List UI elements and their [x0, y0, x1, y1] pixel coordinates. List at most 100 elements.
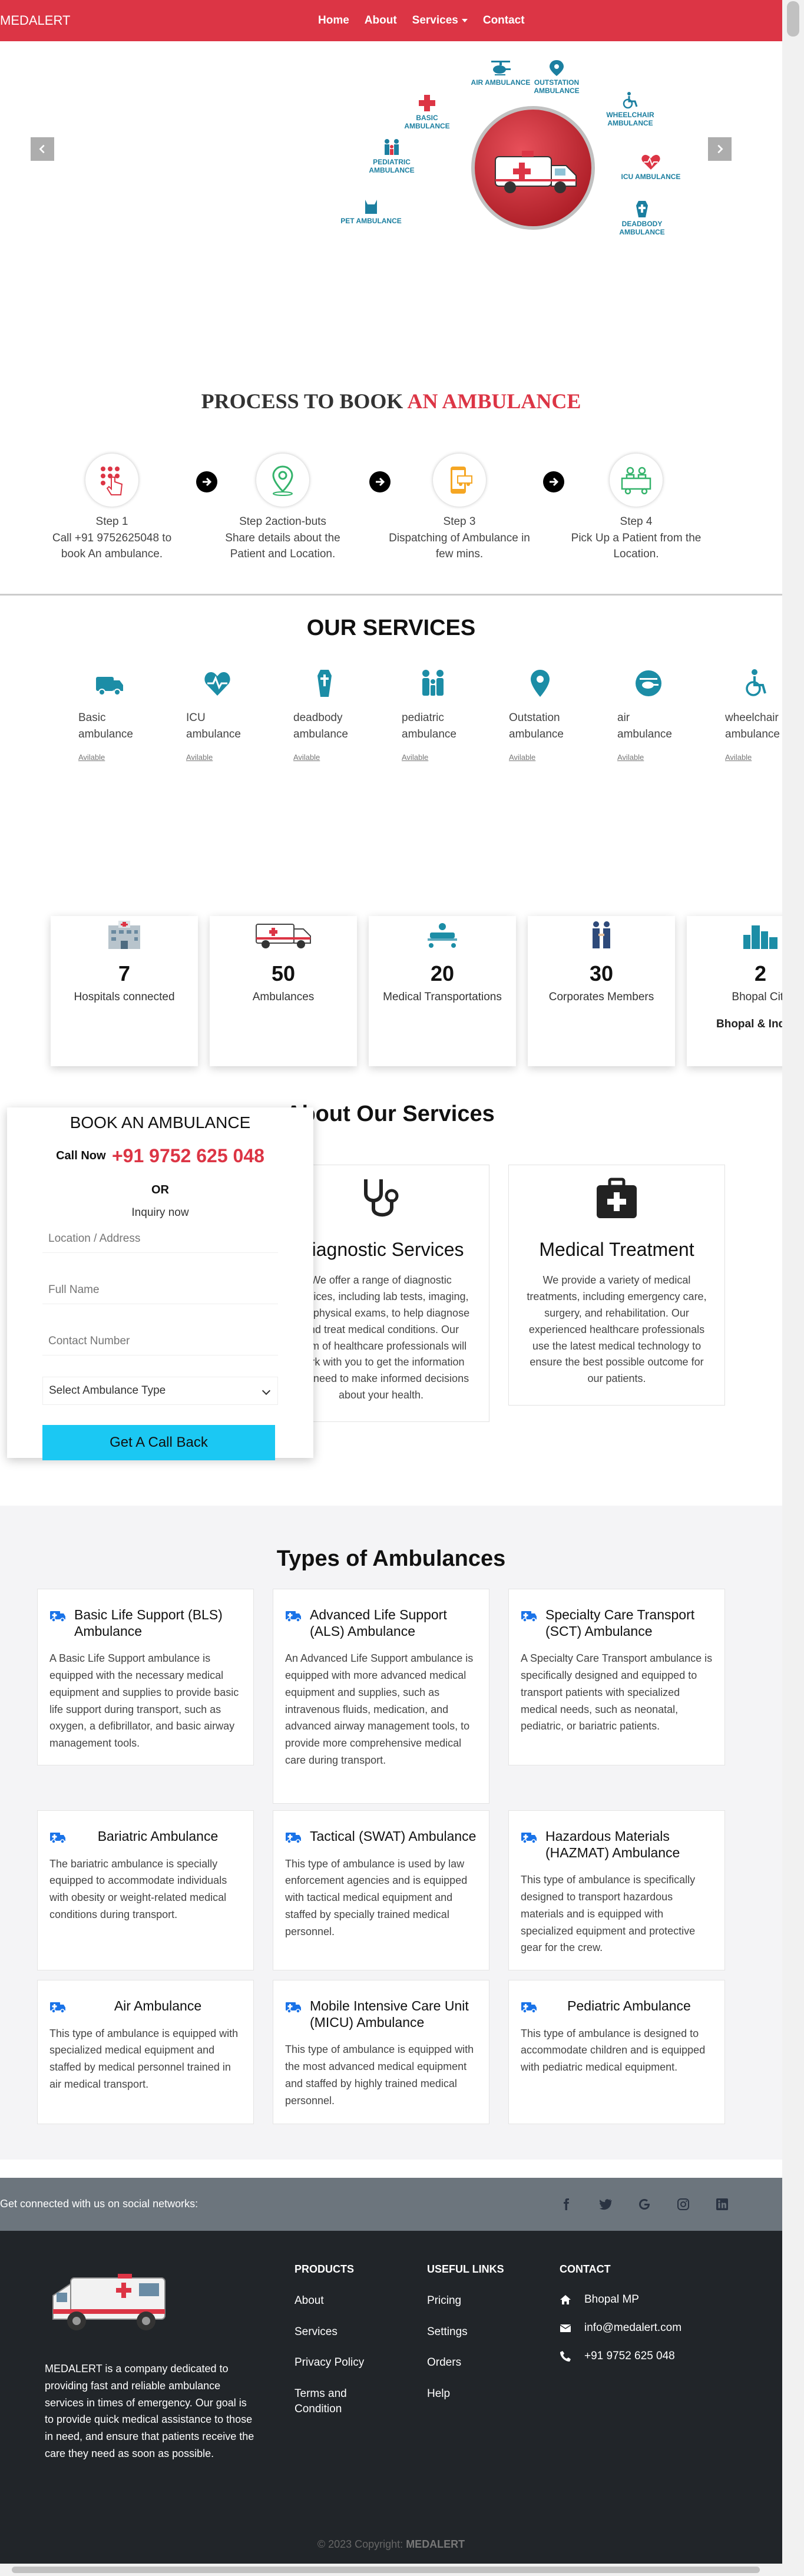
navbar: MEDALERT Home About Services Contact	[0, 0, 782, 41]
service-air-available-link[interactable]: Avilable	[617, 752, 700, 763]
amb-card-sct: Specialty Care Transport (SCT) Ambulance…	[508, 1589, 725, 1765]
footer-link-terms[interactable]: Terms and Condition	[295, 2386, 359, 2418]
facebook-icon[interactable]	[560, 2197, 574, 2211]
stat-card-hospitals: 7 Hospitals connected	[51, 916, 198, 1066]
hero-item-pet: PET AMBULANCE	[339, 197, 403, 226]
step-arrow-3	[543, 471, 564, 492]
copyright-brand[interactable]: MEDALERT	[406, 2538, 465, 2550]
footer-email[interactable]: info@medalert.com	[560, 2322, 713, 2334]
step-arrow-2	[369, 471, 391, 492]
footer-link-services[interactable]: Services	[295, 2324, 395, 2340]
service-pediatric-line2: ambulance	[402, 728, 456, 740]
family-icon	[422, 670, 444, 696]
step-3: Step 3 Dispatching of Ambulance in few m…	[389, 454, 530, 563]
footer-contact: CONTACT Bhopal MP info@medalert.com +91 …	[560, 2263, 713, 2378]
service-air: air ambulance Avilable	[617, 669, 700, 763]
footer-address: Bhopal MP	[560, 2293, 713, 2306]
horizontal-scrollbar-thumb[interactable]	[12, 2567, 760, 2573]
footer-phone[interactable]: +91 9752 625 048	[560, 2350, 713, 2363]
amb-micu-name: Mobile Intensive Care Unit (MICU) Ambula…	[310, 1998, 469, 2030]
hero-item-wheelchair: WHEELCHAIR AMBULANCE	[598, 91, 663, 128]
get-call-back-button[interactable]: Get A Call Back	[42, 1425, 275, 1460]
footer-link-settings[interactable]: Settings	[427, 2324, 515, 2340]
amb-card-bls: Basic Life Support (BLS) Ambulance A Bas…	[37, 1589, 254, 1765]
service-icu-line1: ICU	[186, 711, 206, 724]
services-title: OUR SERVICES	[306, 616, 476, 640]
horizontal-scrollbar[interactable]	[0, 2564, 782, 2576]
nav-about[interactable]: About	[365, 14, 397, 27]
service-deadbody: deadbody ambulance Avilable	[293, 669, 376, 763]
brand-logo[interactable]: MEDALERT	[0, 13, 70, 28]
amb-air-name: Air Ambulance	[114, 1998, 202, 2013]
footer-products: PRODUCTS About Services Privacy Policy T…	[295, 2263, 395, 2433]
location-input[interactable]	[42, 1225, 278, 1253]
amb-micu-desc: This type of ambulance is equipped with …	[285, 2043, 474, 2107]
nav-services-label: Services	[412, 14, 458, 27]
amb-swat-desc: This type of ambulance is used by law en…	[285, 1857, 468, 1937]
wheelchair-icon	[623, 92, 638, 109]
footer-link-help[interactable]: Help	[427, 2386, 515, 2402]
amb-als-desc: An Advanced Life Support ambulance is eq…	[285, 1652, 474, 1766]
ambulance-icon	[50, 1833, 65, 1844]
copyright: © 2023 Copyright: MEDALERT	[0, 2538, 782, 2551]
handshake-icon	[593, 921, 610, 948]
contact-number-input[interactable]	[42, 1328, 278, 1355]
amb-bls-desc: A Basic Life Support ambulance is equipp…	[49, 1652, 239, 1750]
twitter-icon[interactable]	[598, 2197, 613, 2211]
coffin-icon	[636, 201, 648, 217]
vertical-scrollbar[interactable]	[782, 0, 804, 2576]
footer-link-about[interactable]: About	[295, 2293, 395, 2309]
linkedin-icon[interactable]	[715, 2197, 729, 2211]
service-air-line2: ambulance	[617, 728, 672, 740]
amb-bariatric-name: Bariatric Ambulance	[97, 1828, 219, 1844]
hero-label-pediatric: PEDIATRIC AMBULANCE	[369, 158, 415, 174]
about-title: About Our Services	[286, 1102, 495, 1126]
hero-label-pet: PET AMBULANCE	[340, 217, 402, 225]
stat-hospitals-number: 7	[118, 961, 131, 986]
amb-sct-desc: A Specialty Care Transport ambulance is …	[521, 1652, 713, 1732]
hero-item-pediatric: PEDIATRIC AMBULANCE	[359, 138, 424, 175]
ambulance-icon	[286, 1611, 301, 1622]
footer-email-text: info@medalert.com	[584, 2322, 682, 2334]
service-icu-available-link[interactable]: Avilable	[186, 752, 269, 763]
nav-services-dropdown[interactable]: Services	[412, 14, 468, 27]
footer-link-pricing[interactable]: Pricing	[427, 2293, 515, 2309]
step-4: Step 4 Pick Up a Patient from the Locati…	[565, 454, 707, 563]
amb-als-name: Advanced Life Support (ALS) Ambulance	[310, 1607, 447, 1639]
ambulance-icon	[286, 1833, 301, 1844]
ambulance-icon	[50, 2002, 65, 2013]
step-2-title: Step 2action-buts	[239, 515, 326, 528]
arrow-right-icon	[203, 477, 212, 487]
service-outstation-line2: ambulance	[509, 728, 564, 740]
full-name-input[interactable]	[42, 1277, 278, 1304]
service-deadbody-line1: deadbody	[293, 711, 343, 724]
hospital-icon	[108, 921, 140, 949]
call-now-number[interactable]: +91 9752 625 048	[112, 1145, 264, 1166]
service-deadbody-available-link[interactable]: Avilable	[293, 752, 376, 763]
stat-card-corporates: 30 Corporates Members	[528, 916, 675, 1066]
carousel-prev-button[interactable]	[31, 137, 54, 161]
service-icu: ICU ambulance Avilable	[186, 669, 269, 763]
stat-card-ambulances: 50 Ambulances	[210, 916, 357, 1066]
amb-card-hazmat: Hazardous Materials (HAZMAT) Ambulance T…	[508, 1810, 725, 1970]
service-basic-available-link[interactable]: Avilable	[78, 752, 161, 763]
service-outstation-available-link[interactable]: Avilable	[509, 752, 591, 763]
nav-contact[interactable]: Contact	[483, 14, 525, 27]
step-1-title: Step 1	[95, 515, 128, 528]
nav-home[interactable]: Home	[318, 14, 349, 27]
footer-contact-heading: CONTACT	[560, 2263, 611, 2275]
vertical-scrollbar-thumb[interactable]	[787, 1, 799, 37]
caret-down-icon	[461, 18, 468, 22]
ambulance-icon	[50, 1611, 65, 1622]
service-basic: Basic ambulance Avilable	[78, 669, 161, 763]
service-pediatric-available-link[interactable]: Avilable	[402, 752, 484, 763]
service-icu-line2: ambulance	[186, 728, 241, 740]
step-1: Step 1 Call +91 9752625048 to book An am…	[41, 454, 183, 563]
instagram-icon[interactable]	[676, 2197, 690, 2211]
stat-hospitals-label: Hospitals connected	[74, 991, 175, 1003]
ambulance-type-select[interactable]: Select Ambulance Type	[42, 1377, 278, 1405]
google-icon[interactable]	[637, 2197, 651, 2211]
footer-link-privacy[interactable]: Privacy Policy	[295, 2355, 395, 2371]
footer-link-orders[interactable]: Orders	[427, 2355, 515, 2371]
footer-ambulance-logo	[52, 2274, 166, 2330]
